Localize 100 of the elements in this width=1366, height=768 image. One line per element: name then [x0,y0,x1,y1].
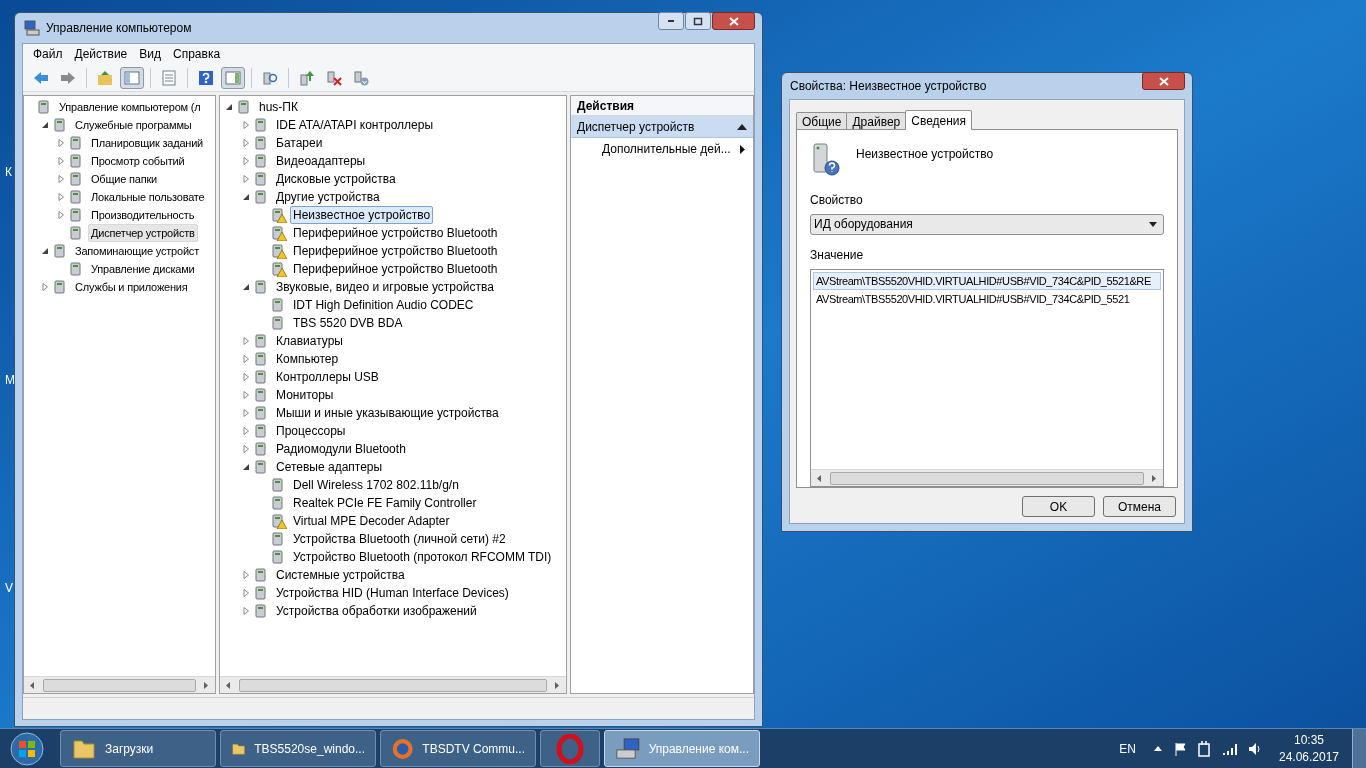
tree-item[interactable]: Периферийное устройство Bluetooth [290,224,501,242]
toolbar-button[interactable] [120,66,144,89]
tree-item[interactable]: Диспетчер устройств [88,224,198,242]
minimize-button[interactable] [658,12,684,30]
tree-item[interactable]: Устройства Bluetooth (личной сети) #2 [290,530,509,548]
tree-item[interactable]: Периферийное устройство Bluetooth [290,260,501,278]
expander-icon[interactable] [41,247,49,255]
computer-icon [615,735,641,762]
property-dropdown[interactable]: ИД оборудования [810,213,1164,235]
tree-item[interactable]: Устройства обработки изображений [273,602,480,620]
tree-item[interactable]: Дисковые устройства [273,170,399,188]
tree-item[interactable]: Общие папки [88,170,160,188]
tree-item[interactable]: Другие устройства [273,188,383,206]
actions-header: Действия [571,96,753,116]
tree-item[interactable]: Контроллеры USB [273,368,382,386]
tree-item[interactable]: Системные устройства [273,566,408,584]
desktop-icon-label[interactable]: К [5,163,12,181]
tree-item[interactable]: Virtual MPE Decoder Adapter [290,512,453,530]
tree-item[interactable]: Производительность [88,206,198,224]
device-up-arrow-icon [299,69,315,86]
taskbar-button[interactable]: TBSDTV Commu... [380,730,536,767]
expander-icon[interactable] [242,463,250,471]
tree-item[interactable]: Запоминающие устройст [72,242,202,260]
tree-item[interactable]: Радиомодули Bluetooth [273,440,409,458]
tree-item[interactable]: Устройства HID (Human Interface Devices) [273,584,512,602]
desktop-icon-label[interactable]: V [5,579,13,597]
tree-item[interactable]: Мыши и иные указывающие устройства [273,404,502,422]
tree-item[interactable]: Периферийное устройство Bluetooth [290,242,501,260]
dialog-tab[interactable]: Сведения [905,110,973,130]
value-label: Значение [810,246,865,264]
tree-item[interactable]: Устройство Bluetooth (протокол RFCOMM TDI) [290,548,555,566]
menu-item[interactable]: Справка [167,45,227,63]
dialog-tab[interactable]: Общие [796,112,848,130]
tree-item[interactable]: hus-ПК [256,98,301,116]
menu-item[interactable]: Вид [133,45,167,63]
maximize-button[interactable] [685,12,711,30]
help-icon [198,69,214,86]
tree-item[interactable]: IDE ATA/ATAPI контроллеры [273,116,437,134]
dialog-tab[interactable]: Драйвер [846,112,907,130]
taskbar-button[interactable]: TBS5520se_windo... [220,730,376,767]
expander-icon[interactable] [225,103,233,111]
speaker-icon[interactable] [1248,741,1262,756]
close-button[interactable] [712,12,755,30]
value-list-item[interactable]: AVStream\TBS5520VHID.VIRTUALHID#USB#VID_734C&PID_5521&RE [813,271,1161,290]
menu-item[interactable]: Файл [27,45,69,63]
dropdown-arrow-icon [1149,221,1157,227]
scroll-left-icon[interactable] [30,681,35,689]
flag-icon[interactable] [1174,741,1188,756]
show-desktop-button[interactable] [1352,729,1366,768]
tree-item[interactable]: Мониторы [273,386,337,404]
scroll-right-icon[interactable] [1152,474,1157,482]
unknown-device-icon [810,142,842,176]
tree-item[interactable]: IDT High Definition Audio CODEC [290,296,477,314]
value-list-item[interactable]: AVStream\TBS5520VHID.VIRTUALHID#USB#VID_734C&PID_5521 [813,289,1161,308]
expander-icon[interactable] [242,193,250,201]
tree-item[interactable]: Службы и приложения [72,278,191,296]
expander-icon[interactable] [41,121,49,129]
toolbar-button[interactable] [221,66,245,89]
scroll-right-icon[interactable] [555,681,560,689]
clock[interactable]: 10:35 24.06.2017 [1274,731,1344,766]
menu-item[interactable]: Действие [68,45,134,63]
folder-up-icon [97,69,113,86]
device-name: Неизвестное устройство [856,146,994,163]
tree-item[interactable]: Компьютер [273,350,342,368]
tree-item[interactable]: Батареи [273,134,326,152]
close-button[interactable] [1142,72,1185,90]
tree-item[interactable]: Сетевые адаптеры [273,458,386,476]
tree-item[interactable]: Видеоадаптеры [273,152,369,170]
tree-item[interactable]: Процессоры [273,422,349,440]
dialog-button[interactable]: OK [1022,496,1095,517]
close-icon [728,16,739,26]
caret-up-icon[interactable] [1154,746,1162,751]
tree-item[interactable]: Неизвестное устройство [290,206,434,224]
tree-item[interactable]: Dell Wireless 1702 802.11b/g/n [290,476,462,494]
horizontal-scrollbar[interactable] [220,676,566,693]
desktop-icon-label[interactable]: М [5,371,15,389]
dialog-title: Свойства: Неизвестное устройство [790,78,987,95]
tree-item[interactable]: Управление дисками [88,260,198,278]
horizontal-scrollbar[interactable] [24,676,215,693]
tree-item[interactable]: TBS 5520 DVB BDA [290,314,406,332]
tree-item[interactable]: Локальные пользовате [88,188,208,206]
scroll-left-icon[interactable] [226,681,231,689]
horizontal-scrollbar[interactable] [811,469,1163,486]
taskbar-button[interactable] [540,730,600,767]
action-link[interactable]: Дополнительные дей... [571,138,753,160]
actions-section-header[interactable]: Диспетчер устройств [571,116,753,138]
tree-item[interactable]: Управление компьютером (л [56,98,204,116]
tree-item[interactable]: Планировщик заданий [88,134,207,152]
tree-item[interactable]: Клавиатуры [273,332,346,350]
taskbar-button[interactable]: Загрузки [60,730,216,767]
tree-item[interactable]: Служебные программы [72,116,195,134]
scroll-right-icon[interactable] [204,681,209,689]
expander-icon[interactable] [242,283,250,291]
signal-icon[interactable] [1222,742,1238,755]
tree-item[interactable]: Realtek PCIe FE Family Controller [290,494,480,512]
language-indicator[interactable]: EN [1119,739,1136,758]
scroll-left-icon[interactable] [817,474,822,482]
tree-item[interactable]: Звуковые, видео и игровые устройства [273,278,497,296]
tree-item[interactable]: Просмотр событий [88,152,188,170]
dialog-button[interactable]: Отмена [1103,496,1176,517]
